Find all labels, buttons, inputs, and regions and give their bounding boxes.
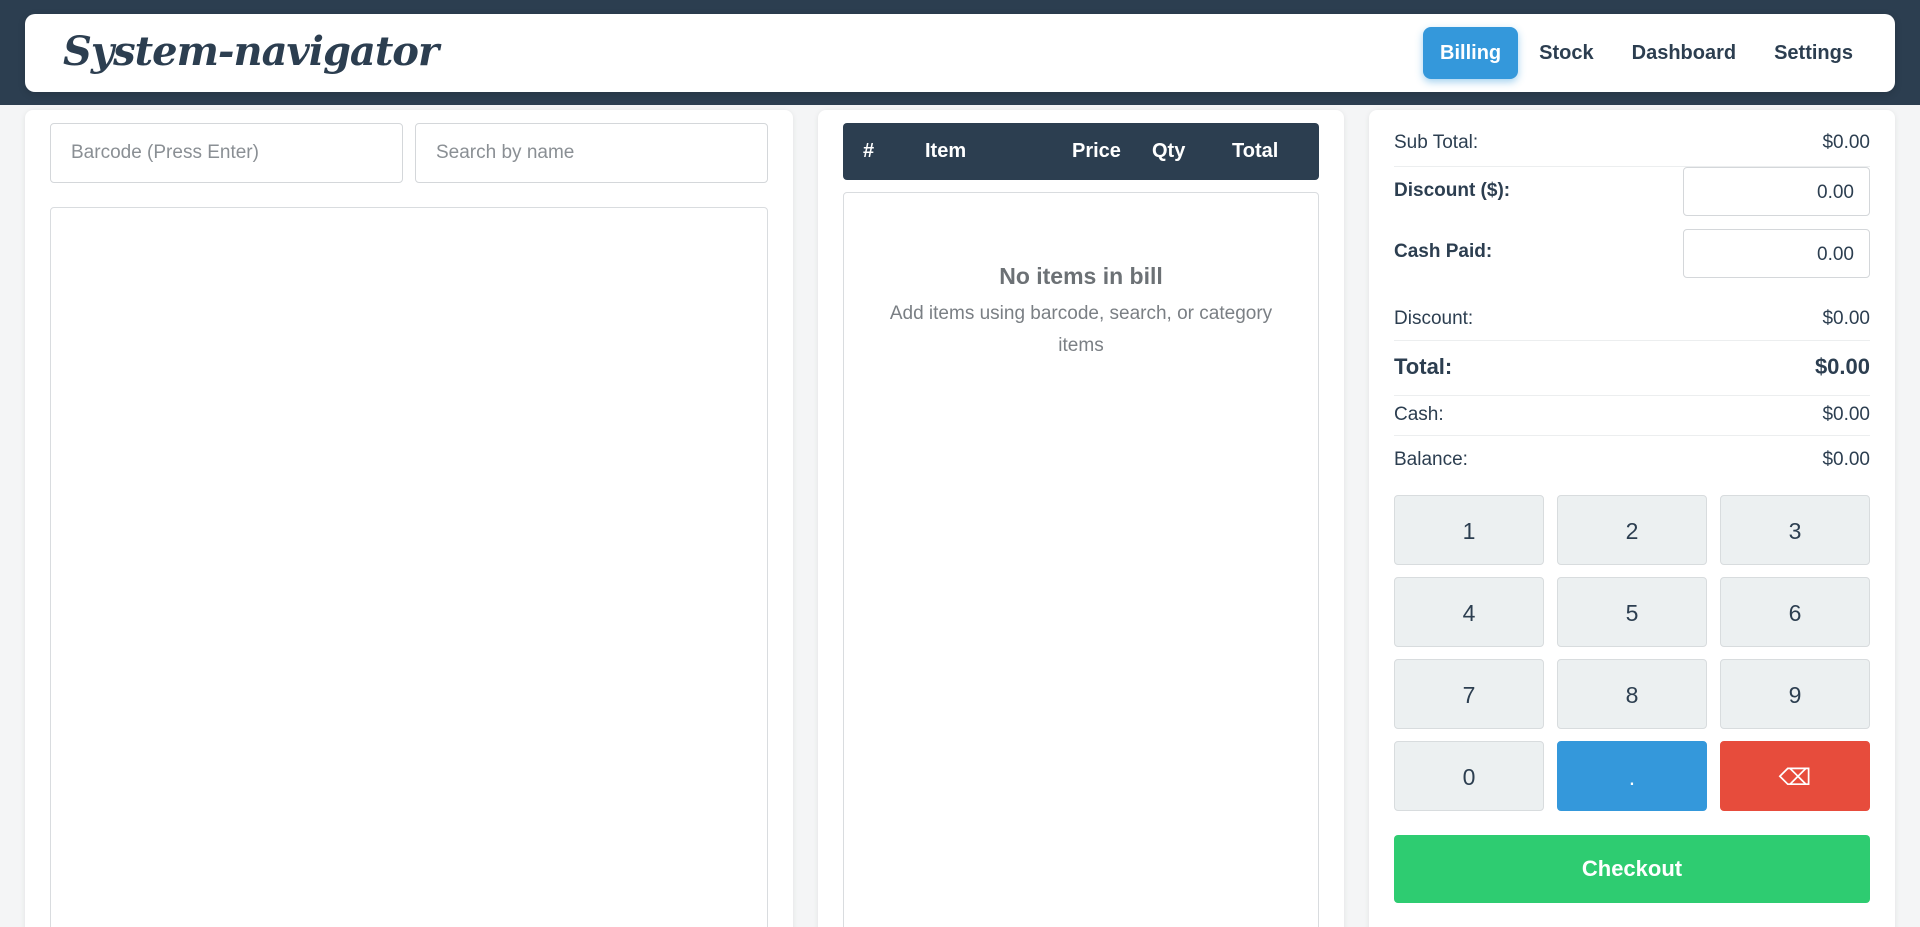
cash-paid-input[interactable]: 0.00 [1683,229,1870,278]
nav-settings[interactable]: Settings [1757,27,1870,79]
total-row: Total: $0.00 [1394,354,1870,396]
backspace-icon[interactable]: ⌫ [1720,741,1870,811]
empty-bill-subtitle: Add items using barcode, search, or cate… [889,303,1273,356]
nav-stock[interactable]: Stock [1522,27,1610,79]
payment-panel: Sub Total: $0.00 Discount ($): 0.00 Cash… [1369,110,1895,927]
discount-label: Discount: [1394,308,1474,329]
total-value: $0.00 [1814,354,1870,379]
nav-billing[interactable]: Billing [1423,27,1519,79]
cash-value: $0.00 [1822,404,1870,425]
cash-label: Cash: [1394,404,1444,425]
key-5[interactable]: 5 [1557,577,1707,647]
discount-input[interactable]: 0.00 [1683,167,1870,216]
col-number: # [863,140,875,162]
key-2[interactable]: 2 [1557,495,1707,565]
subtotal-label: Sub Total: [1394,132,1479,153]
balance-label: Balance: [1394,449,1468,470]
discount-row: Discount: $0.00 [1394,308,1870,341]
bill-items-list: No items in bill Add items using barcode… [843,192,1319,927]
key-0[interactable]: 0 [1394,741,1544,811]
key-4[interactable]: 4 [1394,577,1544,647]
search-name-input[interactable] [415,123,768,183]
barcode-input[interactable] [50,123,403,183]
discount-input-label: Discount ($): [1394,180,1511,201]
cash-row: Cash: $0.00 [1394,404,1870,436]
product-panel [25,110,793,927]
total-label: Total: [1394,354,1453,379]
cash-paid-label: Cash Paid: [1394,241,1493,262]
col-item: Item [925,140,967,162]
checkout-button[interactable]: Checkout [1394,835,1870,903]
discount-value: $0.00 [1822,308,1870,329]
nav-dashboard[interactable]: Dashboard [1615,27,1753,79]
brand-logo[interactable]: System-navigator [63,28,439,75]
subtotal-value: $0.00 [1822,132,1870,153]
key-decimal[interactable]: . [1557,741,1707,811]
key-7[interactable]: 7 [1394,659,1544,729]
col-total: Total [1232,140,1279,162]
balance-value: $0.00 [1822,449,1870,470]
key-1[interactable]: 1 [1394,495,1544,565]
subtotal-row: Sub Total: $0.00 [1394,132,1870,167]
col-qty: Qty [1152,140,1186,162]
bill-panel: # Item Price Qty Total No items in bill … [818,110,1344,927]
navbar: System-navigator Billing Stock Dashboard… [25,14,1895,92]
col-price: Price [1072,140,1121,162]
balance-row: Balance: $0.00 [1394,449,1870,481]
key-6[interactable]: 6 [1720,577,1870,647]
top-bar: System-navigator Billing Stock Dashboard… [0,0,1920,105]
category-items-area [50,207,768,927]
empty-bill-title: No items in bill [999,263,1163,289]
main-nav: Billing Stock Dashboard Settings [1423,27,1870,79]
key-9[interactable]: 9 [1720,659,1870,729]
bill-table-header: # Item Price Qty Total [843,123,1319,180]
key-8[interactable]: 8 [1557,659,1707,729]
key-3[interactable]: 3 [1720,495,1870,565]
